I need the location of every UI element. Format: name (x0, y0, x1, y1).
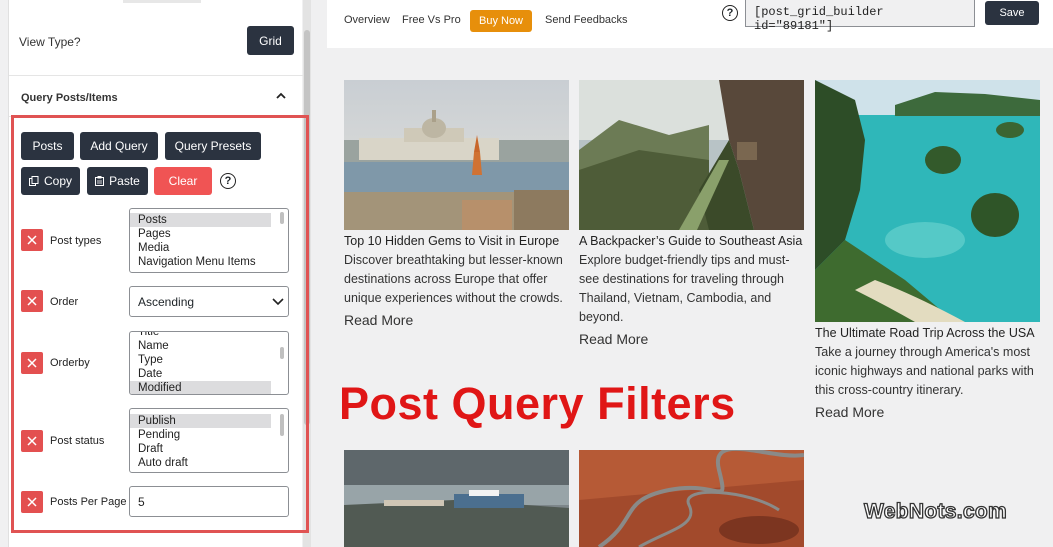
post-card: A Backpacker’s Guide to Southeast Asia E… (579, 80, 804, 349)
post-types-option[interactable]: Posts (130, 213, 271, 227)
add-query-button[interactable]: Add Query (80, 132, 158, 160)
chevron-down-icon (272, 298, 284, 306)
post-types-option[interactable]: Navigation Menu Items (130, 255, 288, 269)
view-type-label: View Type? (19, 35, 81, 49)
posts-button[interactable]: Posts (21, 132, 74, 160)
post-status-option[interactable]: Draft (130, 442, 288, 456)
save-button[interactable]: Save (985, 1, 1039, 25)
post-card (579, 450, 804, 547)
read-more-link[interactable]: Read More (579, 329, 804, 349)
overlay-caption: Post Query Filters (339, 378, 736, 429)
post-card: The Ultimate Road Trip Across the USA Ta… (815, 80, 1040, 422)
post-types-option[interactable]: Media (130, 241, 288, 255)
nav-overview[interactable]: Overview (344, 14, 390, 26)
post-status-option[interactable]: Pending (130, 428, 288, 442)
chevron-up-icon[interactable] (275, 90, 287, 102)
posts-per-page-label: Posts Per Page (50, 496, 127, 508)
query-presets-button[interactable]: Query Presets (165, 132, 261, 160)
post-thumbnail[interactable] (344, 80, 569, 230)
post-excerpt: Explore budget-friendly tips and must-se… (579, 253, 790, 324)
read-more-link[interactable]: Read More (344, 310, 569, 330)
post-status-listbox[interactable]: Publish Pending Draft Auto draft (129, 408, 289, 473)
paste-icon (95, 176, 105, 186)
remove-post-status-button[interactable] (21, 430, 43, 452)
post-types-option[interactable]: Pages (130, 227, 288, 241)
close-icon (27, 436, 37, 446)
nav-free-vs-pro[interactable]: Free Vs Pro (402, 14, 461, 26)
orderby-label: Orderby (50, 357, 90, 369)
post-thumbnail[interactable] (579, 450, 804, 547)
post-card (344, 450, 569, 547)
post-title[interactable]: The Ultimate Road Trip Across the USA (815, 324, 1040, 343)
view-type-grid-button[interactable]: Grid (247, 26, 294, 55)
remove-orderby-button[interactable] (21, 352, 43, 374)
post-status-label: Post status (50, 435, 105, 447)
orderby-option[interactable]: Date (130, 367, 288, 381)
post-types-label: Post types (50, 235, 102, 247)
post-status-option[interactable]: Publish (130, 414, 271, 428)
paste-label: Paste (109, 174, 140, 188)
orderby-option[interactable]: Title (130, 332, 288, 339)
read-more-link[interactable]: Read More (815, 402, 1040, 422)
post-card: Top 10 Hidden Gems to Visit in Europe Di… (344, 80, 569, 330)
panel-tab-indicator (123, 0, 201, 3)
post-title[interactable]: Top 10 Hidden Gems to Visit in Europe (344, 232, 569, 251)
post-status-option[interactable]: Auto draft (130, 456, 288, 470)
post-title[interactable]: A Backpacker’s Guide to Southeast Asia (579, 232, 804, 251)
post-thumbnail[interactable] (344, 450, 569, 547)
order-select[interactable]: Ascending (129, 286, 289, 317)
close-icon (27, 358, 37, 368)
watermark-logo: WebNots.com (863, 499, 1007, 523)
shortcode-field[interactable]: [post_grid_builder id="89181"] (745, 0, 975, 33)
order-label: Order (50, 296, 79, 308)
close-icon (27, 497, 37, 507)
post-status-scrollbar[interactable] (280, 414, 284, 436)
close-icon (27, 296, 37, 306)
post-excerpt: Discover breathtaking but lesser-known d… (344, 253, 563, 305)
view-type-row: View Type? Grid (9, 16, 303, 76)
copy-button[interactable]: Copy (21, 167, 80, 195)
post-excerpt: Take a journey through America's most ic… (815, 345, 1034, 397)
help-icon[interactable]: ? (722, 5, 738, 21)
remove-order-button[interactable] (21, 290, 43, 312)
orderby-listbox[interactable]: Title Name Type Date Modified (129, 331, 289, 395)
post-types-scrollbar[interactable] (280, 212, 284, 224)
copy-icon (28, 176, 39, 186)
post-thumbnail[interactable] (815, 80, 1040, 322)
posts-per-page-input[interactable] (129, 486, 289, 517)
close-icon (27, 235, 37, 245)
nav-send-feedbacks[interactable]: Send Feedbacks (545, 14, 628, 26)
query-section-title: Query Posts/Items (21, 92, 118, 104)
builder-top-bar: Overview Free Vs Pro Buy Now Send Feedba… (327, 0, 1053, 48)
post-thumbnail[interactable] (579, 80, 804, 230)
orderby-scrollbar[interactable] (280, 347, 284, 359)
help-icon[interactable]: ? (220, 173, 236, 189)
clear-button[interactable]: Clear (154, 167, 212, 195)
orderby-option[interactable]: Modified (130, 381, 271, 394)
remove-posts-per-page-button[interactable] (21, 491, 43, 513)
paste-button[interactable]: Paste (87, 167, 148, 195)
copy-label: Copy (43, 174, 72, 188)
post-types-listbox[interactable]: Posts Pages Media Navigation Menu Items (129, 208, 289, 273)
orderby-option[interactable]: Type (130, 353, 288, 367)
buy-now-button[interactable]: Buy Now (470, 10, 532, 32)
settings-sidebar: View Type? Grid Query Posts/Items Posts … (0, 0, 318, 547)
query-section-header[interactable]: Query Posts/Items (9, 77, 303, 117)
orderby-option[interactable]: Name (130, 339, 288, 353)
remove-post-types-button[interactable] (21, 229, 43, 251)
order-select-value: Ascending (138, 295, 195, 309)
